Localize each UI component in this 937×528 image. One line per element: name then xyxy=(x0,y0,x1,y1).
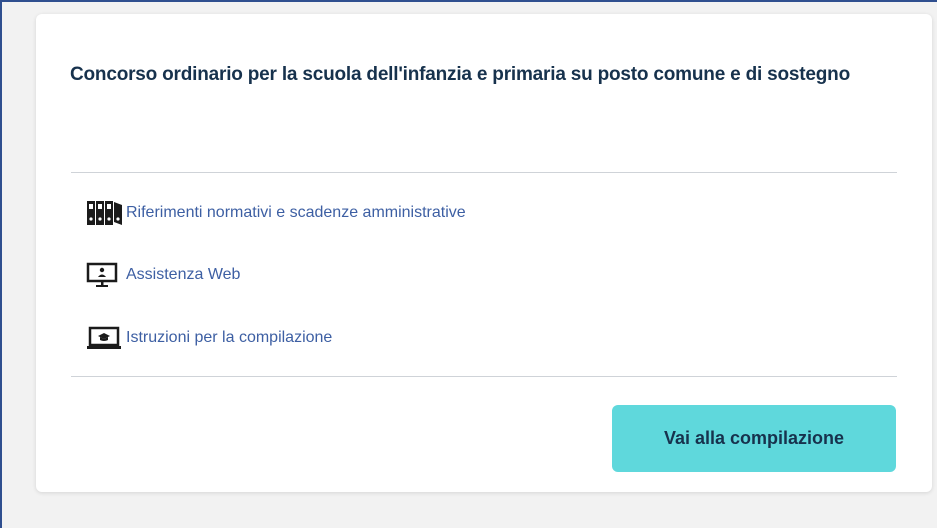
monitor-person-icon xyxy=(86,262,126,288)
link-label: Riferimenti normativi e scadenze amminis… xyxy=(126,204,466,221)
link-label: Istruzioni per la compilazione xyxy=(126,329,333,346)
laptop-graduation-icon xyxy=(86,325,126,351)
card-title: Concorso ordinario per la scuola dell'in… xyxy=(70,64,850,85)
link-label: Assistenza Web xyxy=(126,266,241,283)
bottom-divider xyxy=(71,376,897,377)
vai-alla-compilazione-button[interactable]: Vai alla compilazione xyxy=(612,405,896,472)
link-istruzioni-compilazione[interactable]: Istruzioni per la compilazione xyxy=(86,323,332,353)
link-assistenza-web[interactable]: Assistenza Web xyxy=(86,260,240,290)
top-divider xyxy=(71,172,897,173)
binders-icon xyxy=(86,200,126,226)
concorso-card: Concorso ordinario per la scuola dell'in… xyxy=(36,14,932,492)
link-riferimenti-normativi[interactable]: Riferimenti normativi e scadenze amminis… xyxy=(86,198,466,228)
